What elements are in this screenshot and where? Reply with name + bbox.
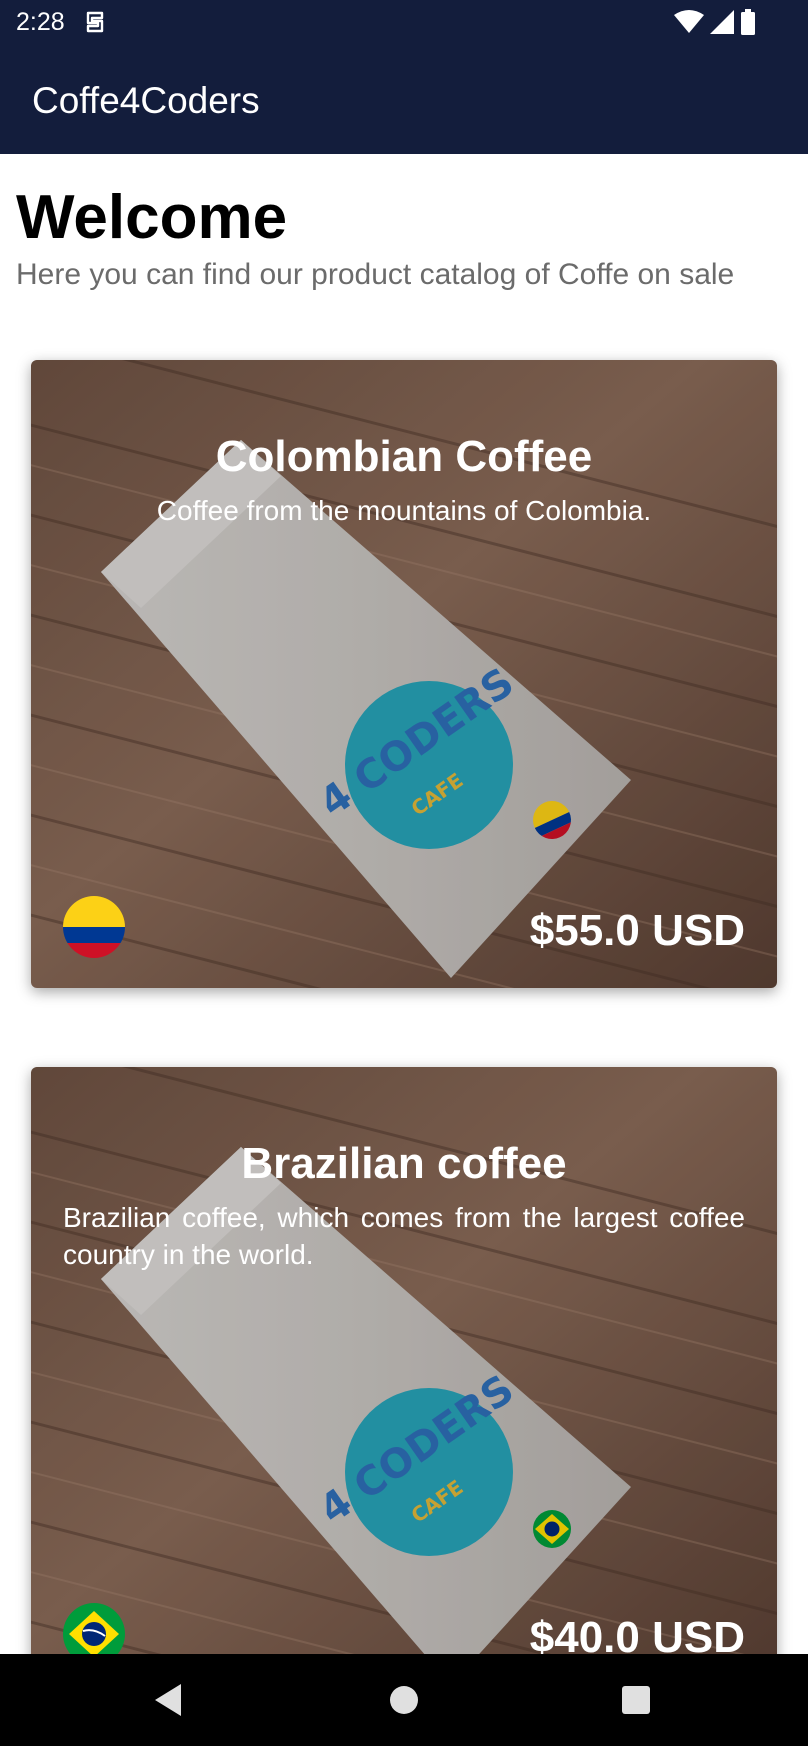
welcome-heading: Welcome [16,183,288,252]
product-description: Coffee from the mountains of Colombia. [156,495,652,526]
back-icon [155,1684,181,1716]
product-card-brazilian[interactable]: 4 CODERS CAFE Brazilian coffee Brazilian… [31,1067,777,1695]
wifi-icon [674,10,704,33]
welcome-subtitle: Here you can find our product catalog of… [16,258,735,291]
product-price: $55.0 USD [529,906,745,955]
recents-icon [622,1686,650,1714]
colombia-flag-icon [63,896,125,958]
battery-icon [741,9,755,35]
back-button[interactable] [113,1654,223,1746]
product-card-colombian[interactable]: 4 CODERS CAFE Colombian Coffee Coffee fr… [31,360,777,988]
home-icon [390,1686,418,1714]
home-button[interactable] [349,1654,459,1746]
app-bar: Coffe4Coders [0,46,808,154]
status-time: 2:28 [16,8,65,36]
navigation-bar [0,1654,808,1746]
product-name: Brazilian coffee [241,1139,567,1188]
recents-button[interactable] [581,1654,691,1746]
app-title: Coffe4Coders [32,80,260,121]
app-status-icon [86,11,104,33]
product-description: Brazilian coffee, which comes from the l… [63,1202,745,1270]
cell-signal-icon [710,10,734,34]
status-bar: 2:28 [0,0,808,46]
product-name: Colombian Coffee [215,432,593,481]
